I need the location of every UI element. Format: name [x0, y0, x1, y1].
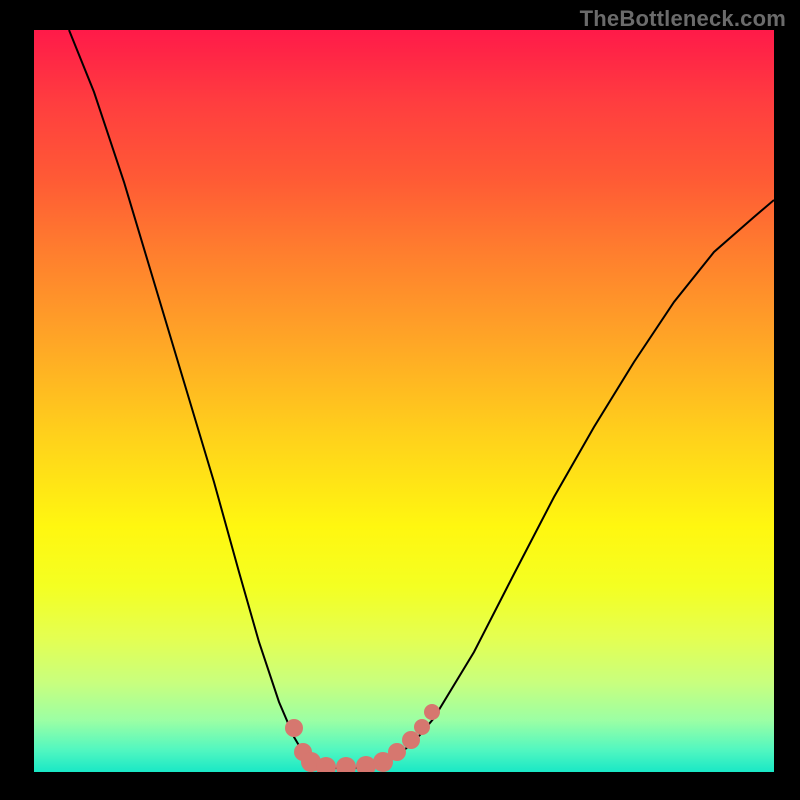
watermark-text: TheBottleneck.com	[580, 6, 786, 32]
data-marker	[424, 704, 440, 720]
data-marker	[414, 719, 430, 735]
data-marker	[285, 719, 303, 737]
data-marker	[336, 757, 356, 772]
data-marker	[356, 756, 376, 772]
data-marker	[388, 743, 406, 761]
data-marker	[402, 731, 420, 749]
